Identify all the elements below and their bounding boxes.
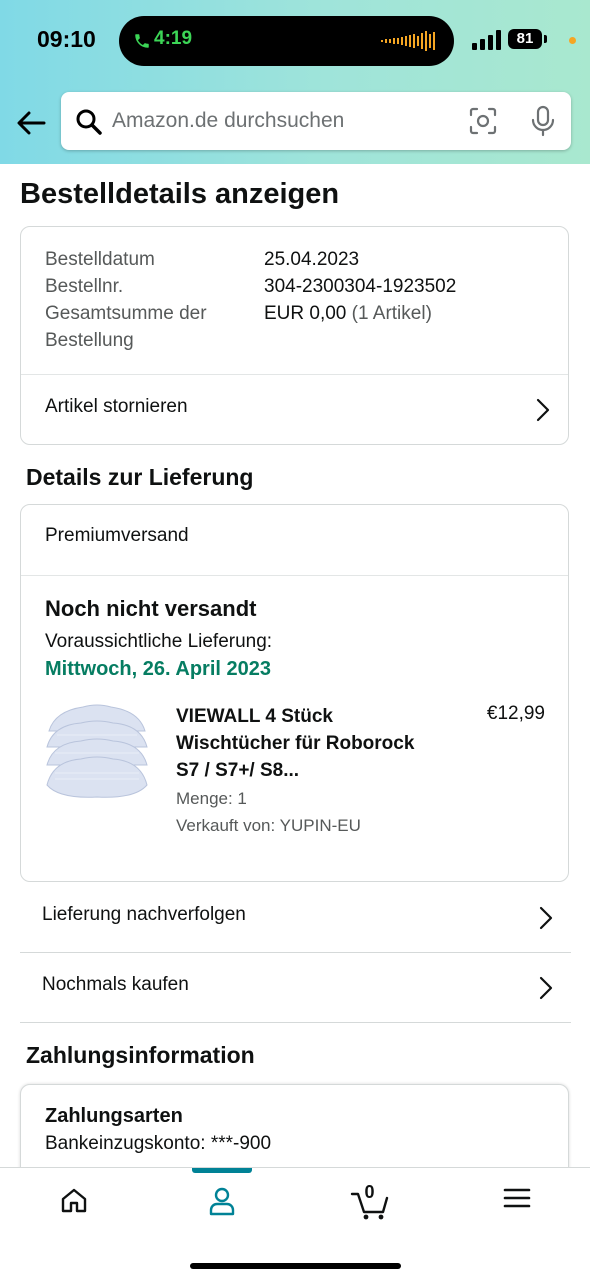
search-icon <box>76 109 102 135</box>
nav-home[interactable] <box>0 1168 147 1243</box>
delivery-card: Premiumversand Noch nicht versandt Vorau… <box>20 504 569 882</box>
order-total-items: (1 Artikel) <box>351 303 432 324</box>
order-number-value: 304-2300304-1923502 <box>264 276 457 297</box>
order-date-value: 25.04.2023 <box>264 249 360 270</box>
track-delivery-button[interactable]: Lieferung nachverfolgen <box>20 883 571 953</box>
expected-delivery-date: Mittwoch, 26. April 2023 <box>45 658 271 680</box>
chevron-right-icon <box>539 976 553 1000</box>
divider <box>20 1022 571 1023</box>
product-title-link[interactable]: VIEWALL 4 Stück Wischtücher für Roborock… <box>176 703 421 784</box>
privacy-indicator-dot <box>569 37 576 44</box>
chevron-right-icon <box>536 398 550 422</box>
microphone-icon[interactable] <box>530 105 556 137</box>
order-total-value: EUR 0,00 (1 Artikel) <box>264 300 432 327</box>
audio-waveform-icon <box>381 31 435 51</box>
cart-count: 0 <box>364 1182 375 1202</box>
back-arrow-icon[interactable] <box>14 106 48 140</box>
dynamic-island-call[interactable]: 4:19 <box>119 16 454 66</box>
cellular-signal-icon <box>472 30 501 50</box>
status-time: 09:10 <box>37 26 96 52</box>
payment-methods-value: Bankeinzugskonto: ***-900 <box>45 1133 272 1154</box>
battery-tip <box>544 35 547 43</box>
page-title: Bestelldetails anzeigen <box>20 178 340 210</box>
chevron-right-icon <box>539 906 553 930</box>
phone-icon <box>135 34 149 48</box>
product-price: €12,99 <box>486 703 545 724</box>
nav-account[interactable] <box>148 1168 295 1243</box>
home-indicator <box>190 1263 401 1269</box>
cancel-items-label: Artikel stornieren <box>45 396 188 417</box>
product-image[interactable] <box>45 703 149 799</box>
nav-menu[interactable] <box>443 1168 590 1243</box>
order-date-label: Bestelldatum <box>45 249 155 270</box>
divider <box>21 575 568 576</box>
buy-again-label: Nochmals kaufen <box>42 974 189 995</box>
call-duration: 4:19 <box>154 28 193 49</box>
search-bar[interactable] <box>61 92 571 150</box>
product-quantity: Menge: 1 <box>176 789 247 808</box>
track-delivery-label: Lieferung nachverfolgen <box>42 904 246 925</box>
header: 09:10 4:19 81 Amazon.de durchsuchen <box>0 0 590 164</box>
order-summary-card: Bestelldatum 25.04.2023 Bestellnr. 304-2… <box>20 226 569 445</box>
shipping-method: Premiumversand <box>45 525 189 546</box>
nav-cart[interactable]: 0 <box>296 1168 443 1243</box>
home-icon <box>61 1188 86 1213</box>
cancel-items-button[interactable]: Artikel stornieren <box>21 375 568 445</box>
order-total-amount: EUR 0,00 <box>264 303 347 324</box>
shipment-status: Noch nicht versandt <box>45 596 257 621</box>
expected-delivery-label: Voraussichtliche Lieferung: <box>45 631 273 652</box>
search-input[interactable] <box>112 92 442 150</box>
payment-section-title: Zahlungsinformation <box>26 1042 255 1068</box>
payment-methods-title: Zahlungsarten <box>45 1105 183 1127</box>
product-seller: Verkauft von: YUPIN-EU <box>176 816 361 835</box>
menu-icon <box>503 1188 530 1208</box>
order-total-label: Gesamtsumme der Bestellung <box>45 303 207 351</box>
buy-again-button[interactable]: Nochmals kaufen <box>20 953 571 1023</box>
order-number-label: Bestellnr. <box>45 276 124 297</box>
account-icon <box>209 1187 234 1216</box>
delivery-section-title: Details zur Lieferung <box>26 464 254 490</box>
battery-indicator: 81 <box>508 29 542 49</box>
camera-lens-icon[interactable] <box>468 106 498 136</box>
